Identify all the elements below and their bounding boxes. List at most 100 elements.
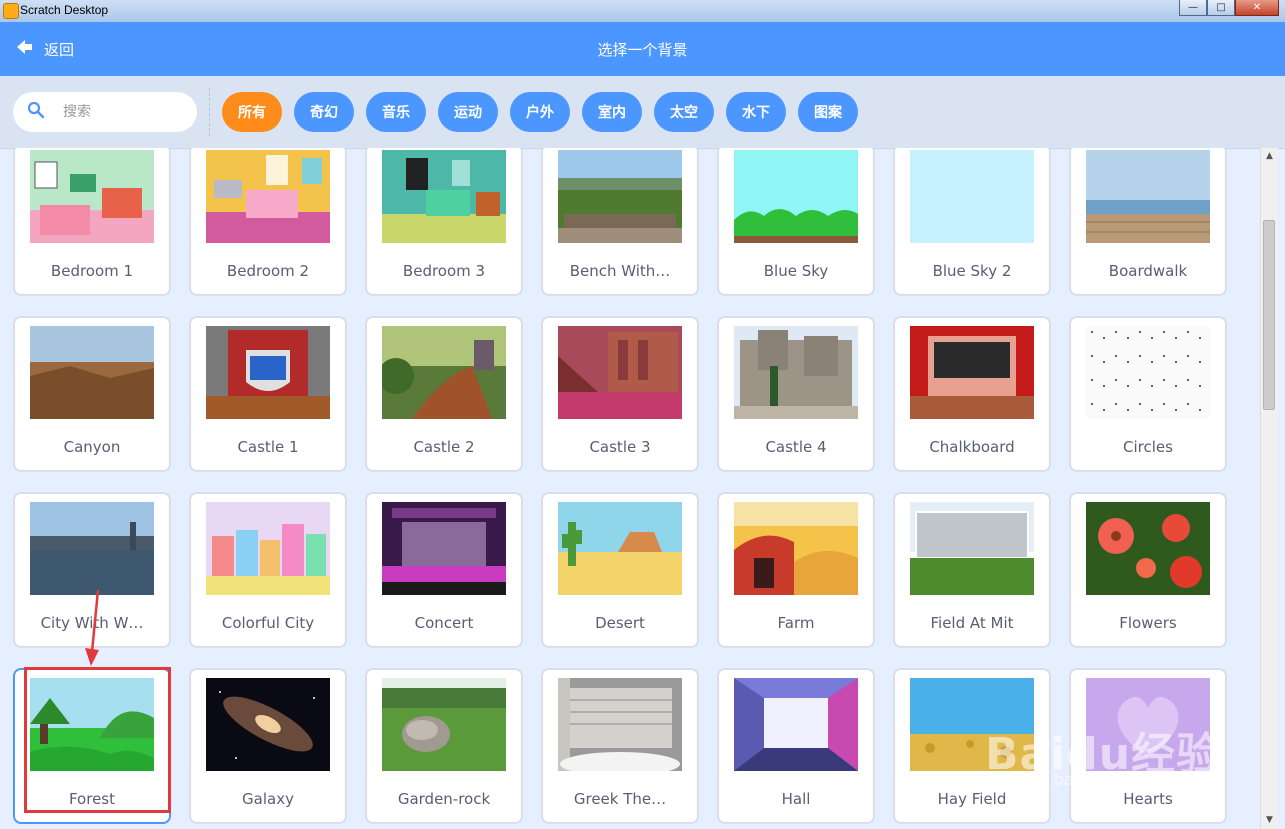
category-tag[interactable]: 水下 xyxy=(726,92,786,132)
backdrop-name: Farm xyxy=(777,614,815,632)
backdrop-name: Colorful City xyxy=(221,614,315,632)
backdrop-card[interactable]: Canyon xyxy=(13,316,171,472)
backdrop-thumbnail xyxy=(206,150,330,243)
filter-bar: 所有奇幻音乐运动户外室内太空水下图案 xyxy=(0,76,1285,149)
backdrop-card[interactable]: Bench With… xyxy=(541,148,699,296)
backdrop-thumbnail xyxy=(206,502,330,595)
backdrop-card[interactable]: Castle 4 xyxy=(717,316,875,472)
backdrop-card[interactable]: Boardwalk xyxy=(1069,148,1227,296)
backdrop-card[interactable]: Blue Sky xyxy=(717,148,875,296)
backdrop-card[interactable]: Farm xyxy=(717,492,875,648)
backdrop-thumbnail xyxy=(734,502,858,595)
backdrop-thumbnail xyxy=(734,326,858,419)
backdrop-thumbnail xyxy=(1086,502,1210,595)
backdrop-card[interactable]: Chalkboard xyxy=(893,316,1051,472)
scrollbar[interactable]: ▲ ▼ xyxy=(1260,148,1278,829)
scroll-down-arrow-icon[interactable]: ▼ xyxy=(1261,812,1278,829)
backdrop-name: Castle 3 xyxy=(589,438,651,456)
backdrop-name: Hay Field xyxy=(937,790,1007,808)
backdrop-card[interactable]: Galaxy xyxy=(189,668,347,824)
backdrop-name: Canyon xyxy=(63,438,121,456)
backdrop-thumbnail xyxy=(910,326,1034,419)
backdrop-name: Garden-rock xyxy=(397,790,491,808)
backdrop-card[interactable]: Bedroom 2 xyxy=(189,148,347,296)
minimize-button[interactable]: — xyxy=(1179,0,1207,16)
backdrop-name: Galaxy xyxy=(242,790,294,808)
backdrop-name: Hall xyxy=(781,790,811,808)
backdrop-name: Chalkboard xyxy=(929,438,1015,456)
backdrop-card[interactable]: Greek The… xyxy=(541,668,699,824)
backdrop-card[interactable]: Circles xyxy=(1069,316,1227,472)
maximize-button[interactable]: □ xyxy=(1207,0,1235,16)
backdrop-thumbnail xyxy=(1086,326,1210,419)
backdrop-card[interactable]: Castle 1 xyxy=(189,316,347,472)
backdrop-name: Bench With… xyxy=(569,262,671,280)
category-tag[interactable]: 奇幻 xyxy=(294,92,354,132)
backdrop-name: Hearts xyxy=(1123,790,1173,808)
backdrop-card[interactable]: Castle 3 xyxy=(541,316,699,472)
backdrop-name: Castle 2 xyxy=(413,438,475,456)
backdrop-name: Flowers xyxy=(1119,614,1177,632)
backdrop-name: Desert xyxy=(595,614,645,632)
page-title: 选择一个背景 xyxy=(597,41,688,59)
scratch-app-icon xyxy=(3,3,19,19)
backdrop-name: Bedroom 2 xyxy=(226,262,310,280)
backdrop-card[interactable]: Concert xyxy=(365,492,523,648)
backdrop-thumbnail xyxy=(206,326,330,419)
watermark-url: jingyan.baidu.com xyxy=(990,770,1138,789)
backdrop-name: Greek The… xyxy=(573,790,667,808)
window-controls: — □ ✕ xyxy=(1179,0,1279,16)
search-input[interactable] xyxy=(61,103,185,121)
search-icon xyxy=(13,101,45,123)
window-title: Scratch Desktop xyxy=(20,3,109,17)
close-button[interactable]: ✕ xyxy=(1235,0,1279,16)
backdrop-card[interactable]: Hall xyxy=(717,668,875,824)
backdrop-thumbnail xyxy=(382,326,506,419)
backdrop-thumbnail xyxy=(558,326,682,419)
backdrop-name: Bedroom 3 xyxy=(402,262,486,280)
backdrop-name: Field At Mit xyxy=(930,614,1014,632)
red-arrow-annotation xyxy=(85,590,100,666)
search-box[interactable] xyxy=(13,92,197,132)
backdrop-name: Castle 1 xyxy=(237,438,299,456)
category-tags: 所有 奇幻 音乐 运动 户外 室内 太空 水下 图案 xyxy=(222,92,858,132)
backdrop-thumbnail xyxy=(910,502,1034,595)
backdrop-card[interactable]: Flowers xyxy=(1069,492,1227,648)
backdrop-thumbnail xyxy=(382,678,506,771)
backdrop-thumbnail xyxy=(30,502,154,595)
backdrop-card[interactable]: Bedroom 1 xyxy=(13,148,171,296)
category-tag[interactable]: 室内 xyxy=(582,92,642,132)
backdrop-thumbnail xyxy=(558,150,682,243)
backdrop-card[interactable]: Desert xyxy=(541,492,699,648)
category-tag[interactable]: 运动 xyxy=(438,92,498,132)
category-tag[interactable]: 所有 xyxy=(222,92,282,132)
category-tag[interactable]: 图案 xyxy=(798,92,858,132)
backdrop-thumbnail xyxy=(558,678,682,771)
backdrop-name: Castle 4 xyxy=(765,438,827,456)
backdrop-thumbnail xyxy=(382,150,506,243)
backdrop-name: Boardwalk xyxy=(1108,262,1188,280)
backdrop-thumbnail xyxy=(206,678,330,771)
backdrop-card[interactable]: Castle 2 xyxy=(365,316,523,472)
highlight-box xyxy=(24,667,171,813)
backdrop-card[interactable]: Colorful City xyxy=(189,492,347,648)
divider xyxy=(209,88,210,136)
backdrop-thumbnail xyxy=(910,150,1034,243)
category-tag[interactable]: 户外 xyxy=(510,92,570,132)
backdrop-card[interactable]: Blue Sky 2 xyxy=(893,148,1051,296)
backdrop-card[interactable]: Bedroom 3 xyxy=(365,148,523,296)
backdrop-thumbnail xyxy=(1086,150,1210,243)
category-tag[interactable]: 太空 xyxy=(654,92,714,132)
backdrop-card[interactable]: Field At Mit xyxy=(893,492,1051,648)
backdrop-thumbnail xyxy=(734,150,858,243)
backdrop-thumbnail xyxy=(30,326,154,419)
backdrop-thumbnail xyxy=(382,502,506,595)
window-titlebar: Scratch Desktop — □ ✕ xyxy=(0,0,1285,23)
backdrop-card[interactable]: Garden-rock xyxy=(365,668,523,824)
scroll-thumb[interactable] xyxy=(1263,220,1275,410)
backdrop-name: Concert xyxy=(414,614,474,632)
category-tag[interactable]: 音乐 xyxy=(366,92,426,132)
library-header: 返回 选择一个背景 xyxy=(0,22,1285,76)
scroll-up-arrow-icon[interactable]: ▲ xyxy=(1261,148,1278,165)
backdrop-name: Bedroom 1 xyxy=(50,262,134,280)
